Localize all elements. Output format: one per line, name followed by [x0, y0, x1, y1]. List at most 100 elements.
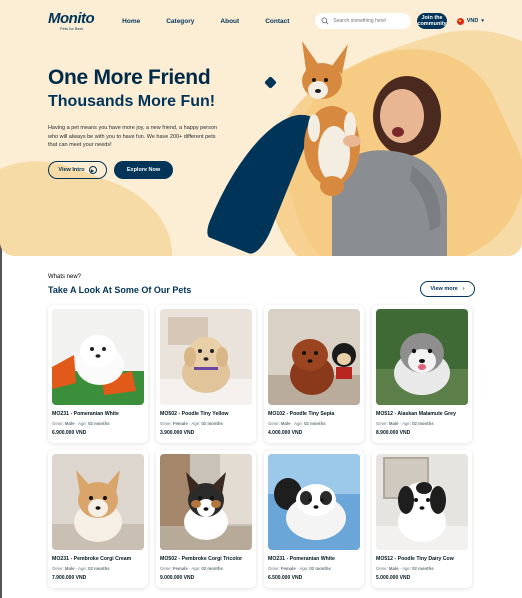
pet-meta: Gene: Male · Age: 02 months — [268, 421, 326, 426]
pet-price: 6.900.000 VND — [52, 430, 87, 436]
pet-age: 02 months — [201, 566, 223, 571]
nav-link-about[interactable]: About — [220, 18, 239, 25]
nav-link-contact[interactable]: Contact — [265, 18, 289, 25]
hero-decor-blob — [0, 138, 192, 256]
pet-image — [160, 454, 252, 550]
pet-card[interactable]: MO512 - Poodle Tiny Dairy Cow Gene: Male… — [372, 450, 472, 588]
pet-name: MO512 - Alaskan Malamute Grey — [376, 411, 456, 417]
pet-card[interactable]: MO512 - Alaskan Malamute Grey Gene: Male… — [372, 305, 472, 443]
pet-card[interactable]: MO231 - Pomeranian White Gene: Female · … — [264, 450, 364, 588]
pet-card[interactable]: MO231 - Pomeranian White Gene: Male · Ag… — [48, 305, 148, 443]
gene-label: Gene: — [376, 421, 388, 426]
join-community-button[interactable]: Join the community — [417, 13, 447, 29]
search-box — [315, 13, 412, 29]
section-kicker: Whats new? — [48, 274, 82, 280]
pet-image — [376, 454, 468, 550]
explore-now-button[interactable]: Explore Now — [114, 161, 173, 179]
pet-price: 8.900.000 VND — [376, 430, 411, 436]
pet-price: 3.900.000 VND — [160, 430, 195, 436]
pet-gene: Female — [280, 566, 296, 571]
pet-image — [268, 454, 360, 550]
pet-meta: Gene: Male · Age: 02 months — [52, 421, 110, 426]
currency-label: VND — [466, 18, 479, 24]
age-label: Age: — [191, 566, 201, 571]
pet-card[interactable]: MO502 - Pembroke Corgi Tricolor Gene: Fe… — [156, 450, 256, 588]
pet-gene: Male — [64, 566, 75, 571]
age-label: Age: — [402, 566, 411, 571]
age-label: Age: — [299, 566, 309, 571]
pet-image — [268, 309, 360, 405]
pet-image — [52, 309, 144, 405]
pet-card[interactable]: MO102 - Poodle Tiny Sepia Gene: Male · A… — [264, 305, 364, 443]
search-icon — [321, 17, 329, 25]
pet-card[interactable]: MO502 - Poodle Tiny Yellow Gene: Female … — [156, 305, 256, 443]
section-title: Take A Look At Some Of Our Pets — [48, 285, 192, 295]
age-label: Age: — [402, 421, 411, 426]
pet-meta: Gene: Female · Age: 02 months — [160, 566, 223, 571]
pet-age: 02 months — [88, 421, 110, 426]
pet-image — [160, 309, 252, 405]
nav-link-home[interactable]: Home — [122, 18, 140, 25]
gene-label: Gene: — [52, 421, 64, 426]
pet-name: MO512 - Poodle Tiny Dairy Cow — [376, 556, 454, 562]
play-icon: ▶ — [88, 166, 97, 174]
vietnam-flag-icon — [456, 17, 464, 25]
pet-gene: Male — [388, 421, 399, 426]
view-more-button[interactable]: View more › — [420, 281, 475, 297]
pet-price: 9.000.000 VND — [160, 575, 195, 581]
currency-selector[interactable]: VND ▾ — [456, 17, 484, 25]
pet-meta: Gene: Male · Age: 02 months — [52, 566, 110, 571]
pet-age: 02 months — [412, 566, 434, 571]
pet-name: MO231 - Pomeranian White — [268, 556, 335, 562]
logo-text: Monito — [48, 10, 95, 27]
pet-image — [376, 309, 468, 405]
pet-name: MO102 - Poodle Tiny Sepia — [268, 411, 335, 417]
pet-meta: Gene: Male · Age: 02 months — [376, 566, 434, 571]
logo[interactable]: Monito Pets for Best — [48, 10, 95, 31]
pet-gene: Female — [172, 566, 188, 571]
gene-label: Gene: — [268, 421, 280, 426]
top-navigation: Monito Pets for Best Home Category About… — [48, 10, 484, 32]
gene-label: Gene: — [52, 566, 64, 571]
pet-gene: Female — [172, 421, 188, 426]
pet-name: MO502 - Poodle Tiny Yellow — [160, 411, 229, 417]
hero-description: Having a pet means you have more joy, a … — [48, 125, 217, 148]
pet-price: 6.500.000 VND — [268, 575, 303, 581]
pet-age: 02 months — [309, 566, 331, 571]
view-intro-label: View Intro — [58, 167, 85, 173]
gene-label: Gene: — [376, 566, 388, 571]
pet-name: MO231 - Pomeranian White — [52, 411, 119, 417]
pet-gene: Male — [64, 421, 75, 426]
age-label: Age: — [294, 421, 303, 426]
age-label: Age: — [78, 566, 87, 571]
hero-image — [302, 41, 447, 256]
nav-link-category[interactable]: Category — [166, 18, 194, 25]
pet-age: 02 months — [88, 566, 110, 571]
pet-gene: Male — [280, 421, 291, 426]
nav-links: Home Category About Contact — [122, 18, 289, 25]
age-label: Age: — [78, 421, 87, 426]
gene-label: Gene: — [268, 566, 280, 571]
gene-label: Gene: — [160, 566, 172, 571]
gene-label: Gene: — [160, 421, 172, 426]
chevron-down-icon: ▾ — [481, 18, 484, 24]
pet-price: 4.000.000 VND — [268, 430, 303, 436]
pet-meta: Gene: Female · Age: 02 months — [268, 566, 331, 571]
pet-name: MO231 - Pembroke Corgi Cream — [52, 556, 132, 562]
logo-tagline: Pets for Best — [60, 26, 83, 31]
pet-meta: Gene: Male · Age: 02 months — [376, 421, 434, 426]
pet-grid: MO231 - Pomeranian White Gene: Male · Ag… — [48, 305, 478, 588]
search-input[interactable] — [333, 18, 412, 24]
pet-card[interactable]: MO231 - Pembroke Corgi Cream Gene: Male … — [48, 450, 148, 588]
pet-price: 7.900.000 VND — [52, 575, 87, 581]
pet-image — [52, 454, 144, 550]
hero-subtitle: Thousands More Fun! — [48, 93, 216, 110]
pet-name: MO502 - Pembroke Corgi Tricolor — [160, 556, 243, 562]
pet-age: 02 months — [412, 421, 434, 426]
hero-banner: Monito Pets for Best Home Category About… — [0, 0, 522, 256]
pet-meta: Gene: Female · Age: 02 months — [160, 421, 223, 426]
pet-price: 5.000.000 VND — [376, 575, 411, 581]
view-intro-button[interactable]: View Intro ▶ — [48, 161, 107, 179]
view-more-label: View more — [430, 286, 458, 292]
hero-title: One More Friend — [48, 66, 211, 89]
